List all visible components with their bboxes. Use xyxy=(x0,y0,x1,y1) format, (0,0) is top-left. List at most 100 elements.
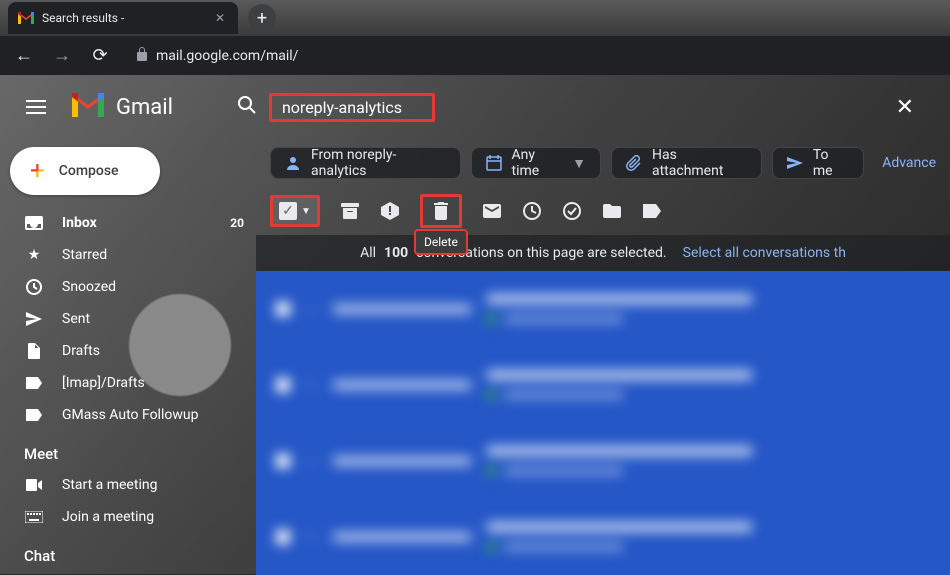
start-meeting-button[interactable]: Start a meeting xyxy=(0,469,256,501)
sidebar-item-label: Drafts xyxy=(62,343,100,359)
sender-text xyxy=(332,380,472,390)
sidebar-item-label: Sent xyxy=(62,311,90,327)
clear-search-icon[interactable]: ✕ xyxy=(896,95,914,120)
meet-item-label: Start a meeting xyxy=(62,477,157,493)
selection-count: 100 xyxy=(384,245,408,261)
star-icon: ★ xyxy=(24,247,44,263)
select-all-conversations-link[interactable]: Select all conversations th xyxy=(683,245,846,261)
meet-list: Start a meeting Join a meeting xyxy=(0,469,256,533)
sidebar-item-label: [Imap]/Drafts xyxy=(62,375,145,391)
select-all-checkbox[interactable]: ✓ xyxy=(279,202,297,220)
sidebar-item-gmass[interactable]: GMass Auto Followup xyxy=(0,399,256,431)
send-icon xyxy=(787,157,803,169)
subject-text xyxy=(486,294,752,304)
back-button[interactable]: ← xyxy=(12,44,36,68)
chip-label: Any time xyxy=(512,147,563,179)
inbox-icon xyxy=(24,216,44,230)
message-row[interactable]: ☆ xyxy=(256,271,950,347)
chip-label: Has attachment xyxy=(652,147,747,179)
row-checkbox[interactable] xyxy=(276,454,290,468)
join-meeting-button[interactable]: Join a meeting xyxy=(0,501,256,533)
label-icon[interactable] xyxy=(642,201,662,221)
message-body xyxy=(486,446,930,476)
sender-text xyxy=(332,304,472,314)
sender-text xyxy=(332,532,472,542)
select-all-checkbox-highlight: ✓ ▼ xyxy=(270,195,320,227)
inbox-count: 20 xyxy=(230,216,244,230)
spam-icon[interactable] xyxy=(380,201,400,221)
main-content: From noreply-analytics Any time ▼ Has at… xyxy=(256,139,950,574)
lock-icon xyxy=(136,47,148,65)
sidebar-item-starred[interactable]: ★ Starred xyxy=(0,239,256,271)
advanced-search-link[interactable]: Advance xyxy=(882,155,936,171)
delete-button-highlight: Delete xyxy=(420,194,462,228)
sidebar-item-inbox[interactable]: Inbox 20 xyxy=(0,207,256,239)
calendar-icon xyxy=(486,155,502,171)
snooze-icon[interactable] xyxy=(522,201,542,221)
row-checkbox[interactable] xyxy=(276,378,290,392)
star-icon[interactable]: ☆ xyxy=(304,375,318,394)
selection-banner: All 100 conversations on this page are s… xyxy=(256,235,950,271)
sidebar-item-sent[interactable]: Sent xyxy=(0,303,256,335)
row-checkbox[interactable] xyxy=(276,302,290,316)
subject-text xyxy=(486,522,752,532)
new-tab-button[interactable]: + xyxy=(248,4,276,32)
star-icon[interactable]: ☆ xyxy=(304,527,318,546)
attachment-icon xyxy=(626,155,642,171)
chip-time[interactable]: Any time ▼ xyxy=(471,147,601,179)
message-row[interactable]: ☆ xyxy=(256,347,950,423)
selection-text-prefix: All xyxy=(360,245,376,261)
sidebar: + Compose Inbox 20 ★ Starred Snoozed Sen… xyxy=(0,139,256,574)
subject-text xyxy=(486,370,752,380)
star-icon[interactable]: ☆ xyxy=(304,451,318,470)
message-row[interactable]: ☆ xyxy=(256,499,950,575)
sidebar-item-imap-drafts[interactable]: [Imap]/Drafts xyxy=(0,367,256,399)
main-menu-button[interactable] xyxy=(16,87,56,127)
clock-icon xyxy=(24,279,44,295)
sidebar-item-label: Starred xyxy=(62,247,107,263)
chip-label: To me xyxy=(813,147,849,179)
chip-attachment[interactable]: Has attachment xyxy=(611,147,762,179)
keyboard-icon xyxy=(24,511,44,523)
compose-label: Compose xyxy=(59,163,119,179)
mark-unread-icon[interactable] xyxy=(482,201,502,221)
chevron-down-icon: ▼ xyxy=(572,155,586,172)
forward-button[interactable]: → xyxy=(50,44,74,68)
move-icon[interactable] xyxy=(602,201,622,221)
gmail-favicon xyxy=(18,10,34,26)
plus-icon: + xyxy=(30,156,45,186)
snippet-text xyxy=(504,315,624,323)
browser-tab[interactable]: Search results - ✕ xyxy=(8,2,238,34)
reload-button[interactable]: ⟳ xyxy=(88,44,112,68)
sidebar-item-drafts[interactable]: Drafts xyxy=(0,335,256,367)
search-input[interactable] xyxy=(282,98,422,117)
chip-from[interactable]: From noreply-analytics xyxy=(270,147,461,179)
folder-list: Inbox 20 ★ Starred Snoozed Sent Drafts xyxy=(0,207,256,431)
close-tab-icon[interactable]: ✕ xyxy=(212,10,228,26)
search-input-highlight xyxy=(269,93,435,122)
status-dot xyxy=(486,542,496,552)
chip-to-me[interactable]: To me xyxy=(772,147,864,179)
star-icon[interactable]: ☆ xyxy=(304,299,318,318)
sidebar-item-snoozed[interactable]: Snoozed xyxy=(0,271,256,303)
gmail-header: Gmail ✕ xyxy=(0,75,950,139)
meet-section-label: Meet xyxy=(0,431,256,469)
row-checkbox[interactable] xyxy=(276,530,290,544)
message-row[interactable]: ☆ xyxy=(256,423,950,499)
browser-chrome: Search results - ✕ + ← → ⟳ mail.google.c… xyxy=(0,0,950,75)
compose-button[interactable]: + Compose xyxy=(10,147,160,195)
snippet-text xyxy=(504,467,624,475)
archive-icon[interactable] xyxy=(340,201,360,221)
message-body xyxy=(486,294,930,324)
browser-toolbar: ← → ⟳ mail.google.com/mail/ xyxy=(0,36,950,75)
sidebar-item-label: GMass Auto Followup xyxy=(62,407,198,423)
gmail-logo[interactable]: Gmail xyxy=(70,91,173,123)
task-icon[interactable] xyxy=(562,201,582,221)
chip-label: From noreply-analytics xyxy=(311,147,446,179)
action-toolbar: ✓ ▼ Delete xyxy=(256,187,950,235)
sidebar-item-label: Inbox xyxy=(62,215,97,231)
delete-icon[interactable] xyxy=(431,201,451,221)
select-dropdown-icon[interactable]: ▼ xyxy=(301,206,311,217)
address-bar[interactable]: mail.google.com/mail/ xyxy=(126,42,938,70)
search-icon[interactable] xyxy=(237,95,257,119)
